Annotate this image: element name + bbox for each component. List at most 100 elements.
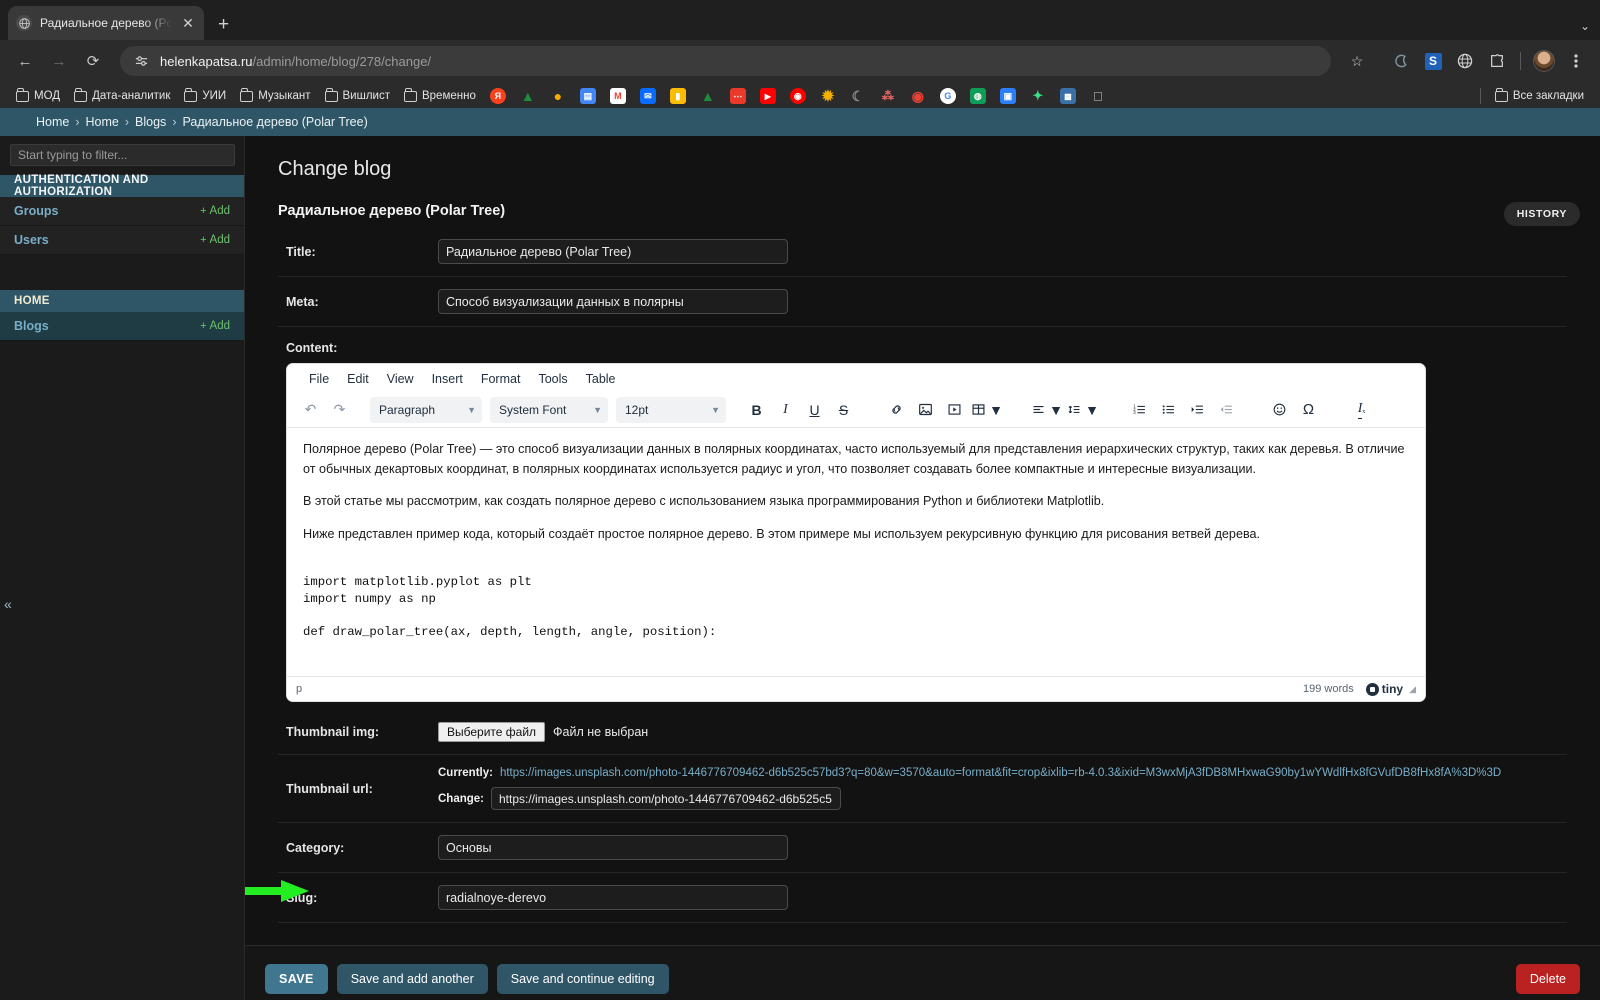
bookmark-star-icon[interactable]: ☆ [1343, 47, 1371, 75]
save-and-continue-button[interactable]: Save and continue editing [496, 963, 669, 994]
indent-icon[interactable] [1184, 397, 1211, 423]
numbered-list-icon[interactable]: 123 [1126, 397, 1153, 423]
reload-button[interactable]: ⟳ [78, 46, 108, 76]
bookmark-apple[interactable]:  [1084, 86, 1112, 106]
bookmark-star-green[interactable]: ✦ [1024, 86, 1052, 106]
media-icon[interactable] [941, 397, 968, 423]
save-button[interactable]: SAVE [265, 963, 328, 994]
redo-button[interactable]: ↷ [326, 397, 353, 423]
category-input[interactable]: Основы [438, 835, 788, 860]
bookmark-moon[interactable]: ☾ [844, 86, 872, 106]
bookmark-blue-box[interactable]: ▣ [994, 86, 1022, 106]
page-settings-icon[interactable] [132, 52, 150, 70]
sidebar-item-label[interactable]: Blogs [14, 319, 49, 333]
menu-format[interactable]: Format [473, 369, 529, 389]
moon-reader-icon[interactable] [1387, 47, 1415, 75]
line-height-icon[interactable]: ▼ [1066, 397, 1100, 423]
bookmark-mailru[interactable]: ✉ [634, 86, 662, 106]
bookmark-folder-2[interactable]: УИИ [178, 88, 232, 104]
avatar[interactable] [1530, 47, 1558, 75]
globe-extension-icon[interactable] [1451, 47, 1479, 75]
link-icon[interactable] [883, 397, 910, 423]
kebab-menu-icon[interactable] [1562, 47, 1590, 75]
bookmark-blue-square[interactable]: ▩ [1054, 86, 1082, 106]
bookmark-green-person[interactable]: ◍ [964, 86, 992, 106]
add-users-link[interactable]: + Add [200, 234, 230, 246]
element-path[interactable]: p [296, 683, 1303, 695]
slug-input[interactable]: radialnoye-derevo [438, 885, 788, 910]
forward-button[interactable]: → [44, 46, 74, 76]
font-size-select[interactable]: 12pt ▼ [616, 396, 726, 423]
tinymce-brand[interactable]: tiny [1365, 682, 1403, 696]
add-blogs-link[interactable]: + Add [200, 320, 230, 332]
history-button[interactable]: HISTORY [1503, 202, 1580, 226]
menu-insert[interactable]: Insert [424, 369, 471, 389]
bookmark-spark[interactable]: ✹ [814, 86, 842, 106]
tinymce-content-area[interactable]: Полярное дерево (Polar Tree) — это спосо… [287, 428, 1425, 676]
table-icon[interactable]: ▼ [970, 397, 1004, 423]
bookmark-drive2[interactable]: ▲ [694, 86, 722, 106]
bookmark-folder-5[interactable]: Временно [398, 88, 482, 104]
outdent-icon[interactable] [1213, 397, 1240, 423]
bookmark-folder-1[interactable]: Дата-аналитик [68, 88, 176, 104]
bookmark-google[interactable]: G [934, 86, 962, 106]
back-button[interactable]: ← [10, 46, 40, 76]
bookmark-folder-4[interactable]: Вишлист [319, 88, 396, 104]
align-left-icon[interactable]: ▼ [1030, 397, 1064, 423]
bookmark-keep[interactable]: ▮ [664, 86, 692, 106]
browser-tab[interactable]: Радиальное дерево (Polar T ✕ [8, 6, 204, 40]
breadcrumb-item-app[interactable]: Home [86, 115, 119, 129]
bookmark-youtube-music[interactable]: ◉ [784, 86, 812, 106]
bookmark-docs[interactable]: ▤ [574, 86, 602, 106]
meta-input[interactable]: Способ визуализации данных в полярны [438, 289, 788, 314]
menu-view[interactable]: View [379, 369, 422, 389]
title-input[interactable]: Радиальное дерево (Polar Tree) [438, 239, 788, 264]
bookmark-asana[interactable]: ⁂ [874, 86, 902, 106]
puzzle-extensions-icon[interactable] [1483, 47, 1511, 75]
bookmark-reddots[interactable]: ⋯ [724, 86, 752, 106]
bookmark-yandex[interactable]: Я [484, 86, 512, 106]
choose-file-button[interactable]: Выберите файл [438, 722, 546, 742]
sidebar-item-label[interactable]: Users [14, 233, 49, 247]
new-tab-button[interactable]: + [218, 15, 229, 34]
sidebar-item-users[interactable]: Users + Add [0, 226, 244, 255]
font-family-select[interactable]: System Font ▼ [490, 396, 608, 423]
menu-tools[interactable]: Tools [530, 369, 575, 389]
bookmark-folder-3[interactable]: Музыкант [234, 88, 316, 104]
menu-table[interactable]: Table [578, 369, 624, 389]
sidebar-item-label[interactable]: Groups [14, 204, 58, 218]
menu-edit[interactable]: Edit [339, 369, 377, 389]
special-character-icon[interactable]: Ω [1295, 397, 1322, 423]
sidebar-filter-input[interactable]: Start typing to filter... [10, 144, 235, 166]
menu-file[interactable]: File [301, 369, 337, 389]
add-groups-link[interactable]: + Add [200, 205, 230, 217]
save-and-add-another-button[interactable]: Save and add another [336, 963, 488, 994]
resize-handle[interactable]: ◢ [1409, 684, 1416, 695]
bookmark-youtube[interactable]: ▶ [754, 86, 782, 106]
address-bar[interactable]: helenkapatsa.ru/admin/home/blog/278/chan… [120, 46, 1331, 76]
undo-button[interactable]: ↶ [297, 397, 324, 423]
bookmark-maps[interactable]: ◉ [904, 86, 932, 106]
bookmark-folder-0[interactable]: МОД [10, 88, 66, 104]
thumbnail-url-input[interactable]: https://images.unsplash.com/photo-144677… [491, 787, 841, 810]
emoji-icon[interactable] [1266, 397, 1293, 423]
bookmark-drive[interactable]: ▲ [514, 86, 542, 106]
bookmark-drive-orange[interactable]: ● [544, 86, 572, 106]
sidebar-item-groups[interactable]: Groups + Add [0, 197, 244, 226]
italic-button[interactable]: I [772, 397, 799, 423]
sidebar-collapse-button[interactable]: « [4, 596, 12, 612]
bookmark-gmail[interactable]: M [604, 86, 632, 106]
s-extension-icon[interactable]: S [1419, 47, 1447, 75]
breadcrumb-item-home[interactable]: Home [36, 115, 69, 129]
bold-button[interactable]: B [743, 397, 770, 423]
underline-button[interactable]: U [801, 397, 828, 423]
currently-url-link[interactable]: https://images.unsplash.com/photo-144677… [500, 767, 1501, 779]
chevron-down-icon[interactable]: ⌄ [1580, 19, 1590, 33]
sidebar-item-blogs[interactable]: Blogs + Add [0, 312, 244, 341]
strikethrough-button[interactable]: S [830, 397, 857, 423]
bulleted-list-icon[interactable] [1155, 397, 1182, 423]
clear-formatting-icon[interactable]: Iₓ [1348, 397, 1375, 423]
delete-button[interactable]: Delete [1515, 963, 1580, 994]
image-icon[interactable] [912, 397, 939, 423]
close-icon[interactable]: ✕ [180, 16, 196, 30]
